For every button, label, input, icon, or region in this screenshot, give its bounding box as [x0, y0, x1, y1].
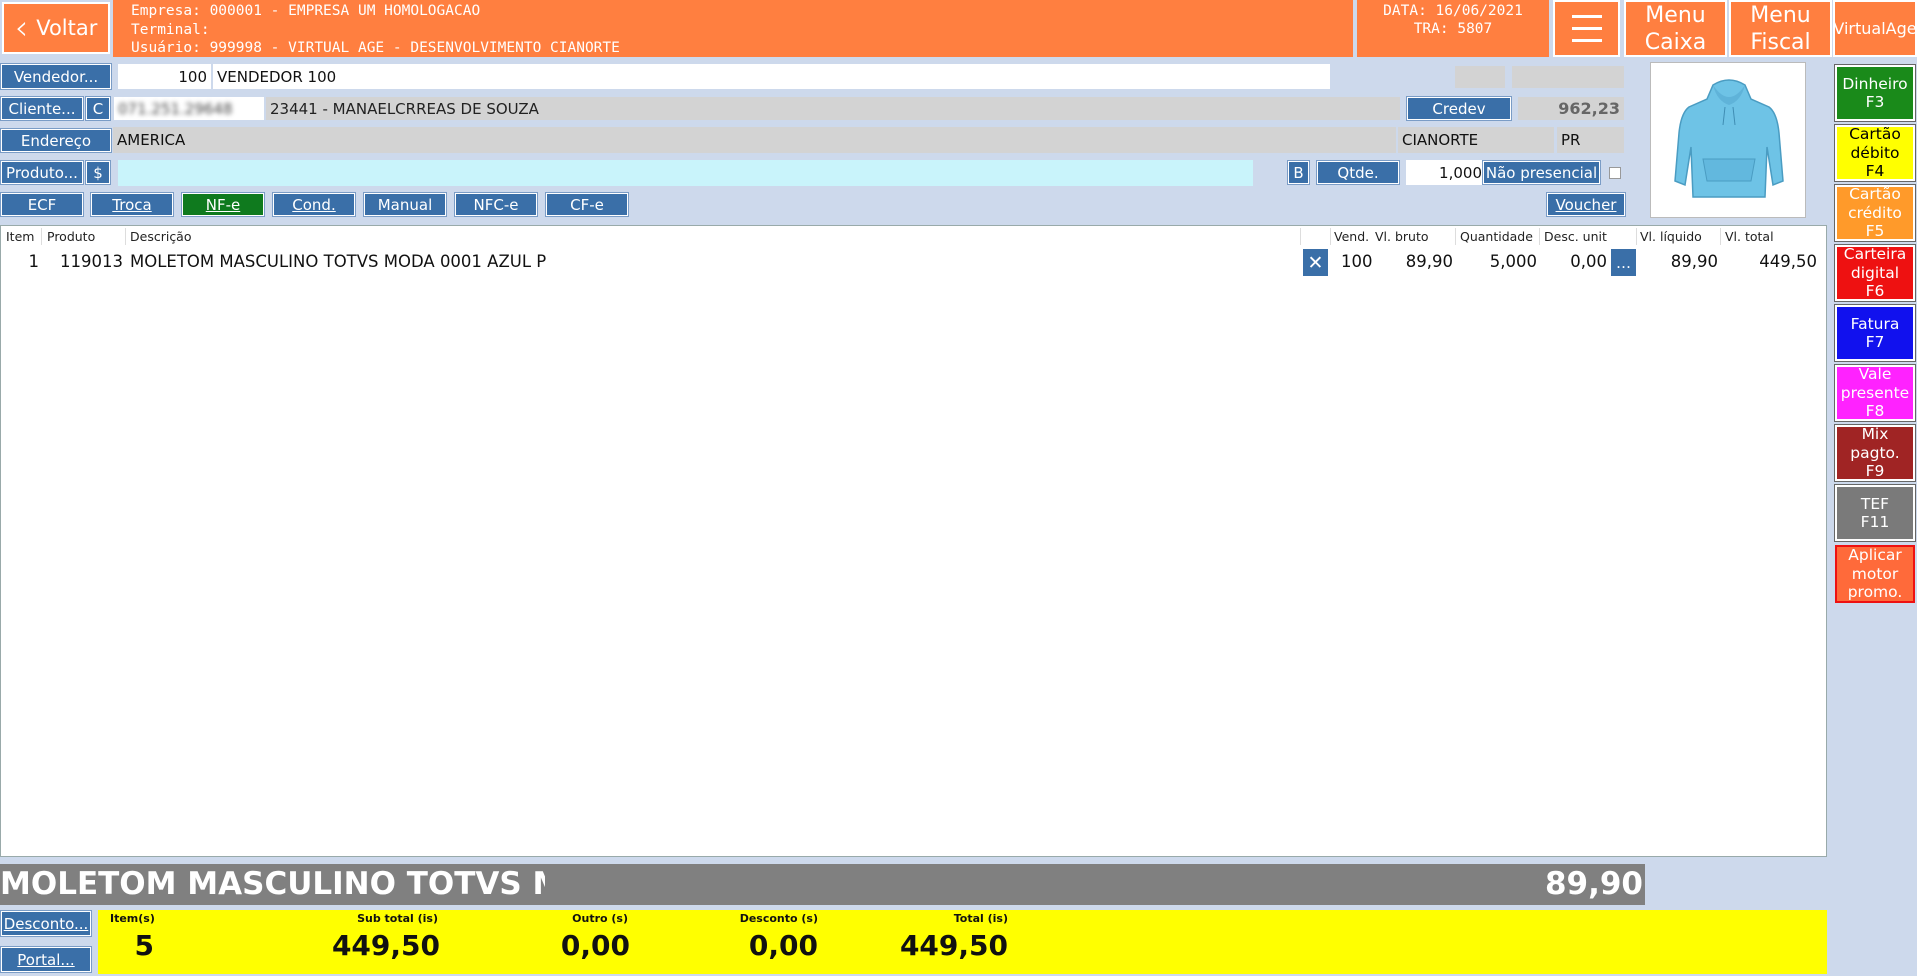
more-dots-icon: …: [1616, 253, 1631, 272]
current-item-price: 89,90: [1544, 866, 1643, 902]
cell-item: 1: [28, 252, 40, 271]
pay-dinheiro-button[interactable]: Dinheiro F3: [1834, 64, 1916, 122]
cell-vl-liquido: 89,90: [1670, 252, 1718, 271]
company-info: Empresa: 000001 - EMPRESA UM HOMOLOGACAO…: [113, 0, 1353, 57]
cliente-button[interactable]: Cliente...: [0, 96, 84, 121]
cell-desc-unit: 0,00: [1570, 252, 1607, 271]
credev-value: 962,23: [1518, 97, 1624, 120]
pay-tef-button[interactable]: TEF F11: [1834, 484, 1916, 542]
back-label: Voltar: [36, 16, 98, 40]
dollar-button[interactable]: $: [85, 160, 111, 185]
tab-manual[interactable]: Manual: [363, 192, 447, 217]
terminal-text: Terminal:: [131, 21, 210, 38]
total-value: 449,50: [899, 929, 1008, 962]
tab-ecf[interactable]: ECF: [0, 192, 84, 217]
col-header-vend: Vend.: [1334, 229, 1370, 244]
col-header-vl-liquido: Vl. líquido: [1640, 229, 1702, 244]
close-icon: ✕: [1307, 251, 1324, 274]
cell-vl-total: 449,50: [1759, 252, 1817, 271]
remove-item-button[interactable]: ✕: [1303, 249, 1328, 276]
produto-button[interactable]: Produto...: [0, 160, 84, 185]
b-button[interactable]: B: [1287, 160, 1310, 185]
outro-label: Outro (s): [572, 912, 628, 925]
aplicar-motor-promo-button[interactable]: Aplicar motor promo.: [1835, 545, 1915, 603]
current-item-description: MOLETOM MASCULINO TOTVS MODA 0001 AZUL P: [0, 866, 545, 902]
cell-produto: 119013: [60, 252, 123, 271]
col-header-desc-unit: Desc. unit: [1544, 229, 1607, 244]
hamburger-icon: [1571, 15, 1602, 18]
total-label: Total (is): [953, 912, 1008, 925]
col-header-descricao: Descrição: [130, 229, 192, 244]
vendedor-name-field[interactable]: VENDEDOR 100: [213, 64, 1330, 89]
produto-input[interactable]: [118, 160, 1253, 186]
desconto-total-label: Desconto (s): [739, 912, 818, 925]
nao-presencial-checkbox[interactable]: [1609, 167, 1621, 179]
tab-nfce[interactable]: NFC-e: [454, 192, 538, 217]
empresa-text: Empresa: 000001 - EMPRESA UM HOMOLOGACAO: [131, 3, 481, 19]
totals-panel: Item(s) 5 Sub total (is) 449,50 Outro (s…: [98, 910, 1827, 974]
desconto-total-value: 0,00: [748, 929, 818, 962]
cell-quantidade: 5,000: [1489, 252, 1537, 271]
qtde-input[interactable]: 1,000: [1406, 160, 1486, 185]
tab-nfe[interactable]: NF-e: [181, 192, 265, 217]
cell-vend: 100: [1341, 252, 1373, 271]
endereco-field: AMERICA: [113, 127, 1396, 153]
item-options-button[interactable]: …: [1611, 249, 1636, 276]
menu-fiscal-button[interactable]: Menu Fiscal: [1729, 0, 1832, 57]
back-button[interactable]: ‹ Voltar: [2, 2, 110, 54]
endereco-button[interactable]: Endereço: [0, 128, 112, 153]
tab-troca[interactable]: Troca: [90, 192, 174, 217]
date-text: DATA: 16/06/2021: [1383, 3, 1523, 19]
items-table: Item Produto Descrição Vend. Vl. bruto Q…: [0, 225, 1827, 857]
cliente-name-field: 23441 - MANAELCRREAS DE SOUZA: [266, 97, 1400, 120]
subtotal-value: 449,50: [331, 929, 440, 962]
col-header-produto: Produto: [47, 229, 96, 244]
cliente-name-text: 23441 - MANAELCRREAS DE SOUZA: [270, 100, 539, 118]
tra-text: TRA: 5807: [1413, 21, 1493, 37]
usuario-text: Usuário: 999998 - VIRTUAL AGE - DESENVOL…: [131, 40, 620, 56]
cliente-doc-text: 071.251.29648: [118, 99, 233, 118]
cliente-name-value: 23441 - MANAELCRREAS DE SOUZA: [270, 99, 539, 118]
col-header-vl-bruto: Vl. bruto: [1375, 229, 1429, 244]
pay-vale-presente-button[interactable]: Vale presente F8: [1834, 364, 1916, 422]
nao-presencial-button[interactable]: Não presencial: [1482, 160, 1601, 185]
voucher-button[interactable]: Voucher: [1546, 192, 1626, 217]
date-info: DATA: 16/06/2021 TRA: 5807: [1357, 0, 1549, 57]
menu-caixa-button[interactable]: Menu Caixa: [1624, 0, 1727, 57]
vendedor-code-field[interactable]: 100: [118, 64, 211, 89]
hamburger-menu-button[interactable]: [1553, 0, 1620, 57]
itens-label: Item(s): [110, 912, 155, 925]
pay-cartao-credito-button[interactable]: Cartão crédito F5: [1834, 184, 1916, 242]
current-item-bar: MOLETOM MASCULINO TOTVS MODA 0001 AZUL P…: [0, 864, 1645, 905]
pay-mix-pagto-button[interactable]: Mix pagto. F9: [1834, 424, 1916, 482]
virtualage-button[interactable]: VirtualAge: [1833, 0, 1917, 57]
itens-value: 5: [134, 929, 154, 962]
tab-cfe[interactable]: CF-e: [545, 192, 629, 217]
desconto-button[interactable]: Desconto...: [0, 910, 92, 937]
credev-button[interactable]: Credev: [1406, 96, 1512, 121]
cidade-field: CIANORTE: [1398, 127, 1554, 153]
pay-cartao-debito-button[interactable]: Cartão débito F4: [1834, 124, 1916, 182]
cliente-c-button[interactable]: C: [85, 96, 111, 121]
pay-fatura-button[interactable]: Fatura F7: [1834, 304, 1916, 362]
pay-carteira-digital-button[interactable]: Carteira digital F6: [1834, 244, 1916, 302]
vendedor-extra-field: [1455, 66, 1505, 88]
cell-vl-bruto: 89,90: [1405, 252, 1453, 271]
tab-cond[interactable]: Cond.: [272, 192, 356, 217]
col-header-quantidade: Quantidade: [1460, 229, 1533, 244]
portal-button[interactable]: Portal...: [0, 946, 92, 973]
qtde-button[interactable]: Qtde.: [1316, 160, 1400, 185]
outro-value: 0,00: [560, 929, 630, 962]
cliente-doc-field[interactable]: 071.251.29648: [114, 97, 264, 120]
vendedor-extra-field-2: [1512, 66, 1624, 88]
subtotal-label: Sub total (is): [357, 912, 438, 925]
cell-descricao: MOLETOM MASCULINO TOTVS MODA 0001 AZUL P: [130, 252, 547, 271]
hoodie-image: [1674, 79, 1784, 198]
col-header-vl-total: Vl. total: [1725, 229, 1774, 244]
chevron-left-icon: ‹: [14, 8, 29, 48]
product-image: [1650, 62, 1806, 218]
uf-field: PR: [1557, 127, 1624, 153]
col-header-item: Item: [6, 229, 35, 244]
vendedor-button[interactable]: Vendedor...: [0, 63, 112, 90]
